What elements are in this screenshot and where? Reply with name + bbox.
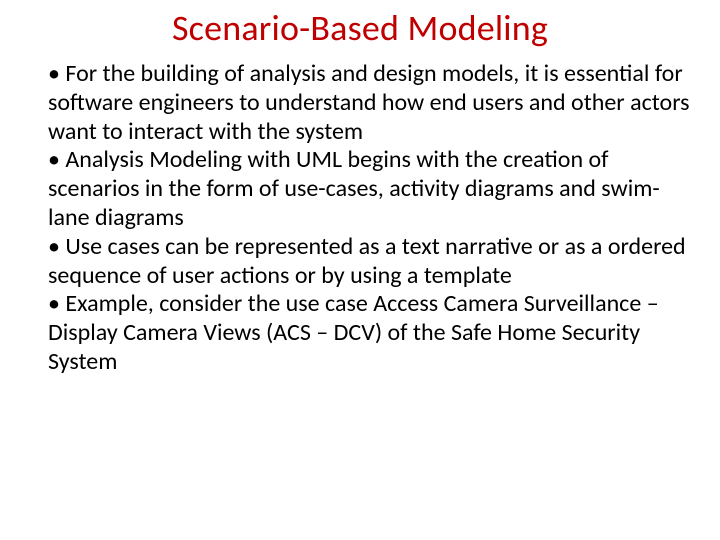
bullet-item: • Use cases can be represented as a text… (48, 233, 692, 291)
bullet-marker: • (48, 145, 65, 174)
bullet-text: Use cases can be represented as a text n… (48, 232, 686, 290)
bullet-item: • Analysis Modeling with UML begins with… (48, 146, 692, 232)
slide-body: • For the building of analysis and desig… (48, 60, 692, 377)
bullet-text: Analysis Modeling with UML begins with t… (48, 145, 660, 232)
bullet-text: Example, consider the use case Access Ca… (48, 289, 659, 376)
bullet-item: • Example, consider the use case Access … (48, 290, 692, 376)
slide-title: Scenario-Based Modeling (0, 6, 720, 50)
bullet-item: • For the building of analysis and desig… (48, 60, 692, 146)
bullet-text: For the building of analysis and design … (48, 59, 690, 146)
bullet-marker: • (48, 59, 65, 88)
bullet-marker: • (48, 232, 65, 261)
slide: Scenario-Based Modeling • For the buildi… (0, 0, 720, 540)
bullet-marker: • (48, 289, 65, 318)
